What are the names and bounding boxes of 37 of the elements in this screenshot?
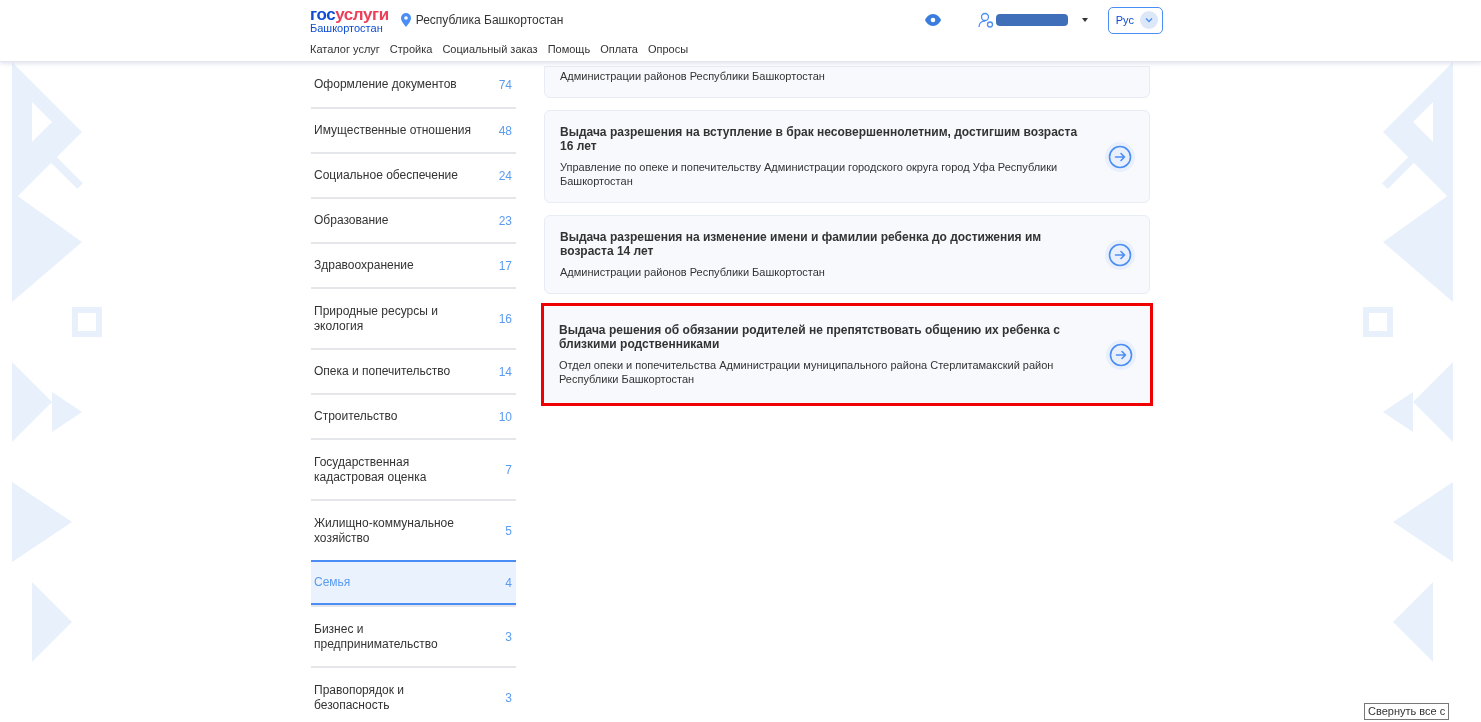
category-item[interactable]: Оформление документов 74 [311, 62, 516, 107]
category-item[interactable]: Опека и попечительство 14 [311, 348, 516, 393]
user-icon[interactable] [977, 12, 994, 28]
service-title: Выдача решения об обязании родителей не препятствовать общению их ребенка с близкими родственниками [559, 323, 1061, 351]
category-item[interactable]: Строительство 10 [311, 393, 516, 438]
nav-link[interactable]: Оплата [600, 41, 638, 58]
category-item[interactable]: Образование 23 [311, 197, 516, 242]
category-item[interactable]: Природные ресурсы и экология 16 [311, 287, 516, 348]
service-title: Выдача разрешения на изменение имени и фамилии ребенка до достижения им возраста 14 лет [560, 230, 1043, 258]
nav-link[interactable]: Помощь [547, 41, 591, 58]
service-card[interactable] [541, 303, 1153, 406]
service-description: Отдел опеки и попечительства Администрации муниципального района Стерлитамакский район Республики Башкортостан [559, 358, 1055, 386]
nav-link[interactable]: Стройка [389, 41, 433, 58]
nav-link[interactable]: Каталог услуг [310, 41, 380, 58]
language-button[interactable]: Рус [1107, 6, 1163, 34]
service-description: Управление по опеке и попечительству Администрации городского округа город Уфа Республики Башкортостан [560, 160, 1059, 188]
nav-link[interactable]: Опросы [647, 41, 689, 58]
chevron-down-icon [1140, 11, 1158, 29]
nav-link[interactable]: Социальный заказ [442, 41, 538, 58]
service-card[interactable]: Выдача разрешения на изменение имени и фамилии ребенка до достижения им возраста 14 лет Администрации районов Республики Башкортостан [544, 215, 1150, 294]
service-card[interactable]: Администрации районов Республики Башкортостан [544, 66, 1150, 98]
service-description: Администрации районов Республики Башкортостан [560, 69, 825, 83]
location-pin-icon [400, 13, 411, 27]
category-item[interactable]: Бизнес и предпринимательство 3 [311, 605, 516, 666]
category-item[interactable]: Здравоохранение 17 [311, 242, 516, 287]
category-item[interactable]: Имущественные отношения 48 [311, 107, 516, 152]
service-description: Администрации районов Республики Башкортостан [560, 265, 826, 279]
category-item[interactable]: Социальное обеспечение 24 [311, 152, 516, 197]
caret-icon[interactable] [1081, 18, 1088, 22]
service-card[interactable]: Выдача разрешения на вступление в брак несовершеннолетним, достигшим возраста 16 лет Управление по опеке и попечительству Администрации городского округа город Уфа Республики Башкортостан [544, 110, 1150, 203]
logo[interactable]: госуслуги Башкортостан [310, 6, 389, 34]
category-item[interactable]: Государственная кадастровая оценка 7 [311, 438, 516, 499]
eye-icon[interactable] [924, 14, 941, 26]
category-item[interactable]: Правопорядок и безопасность 3 [311, 666, 516, 722]
service-title: Выдача разрешения на вступление в брак несовершеннолетним, достигшим возраста 16 лет [560, 125, 1079, 153]
region-link[interactable]: Республика Башкортостан [415, 11, 564, 29]
tooltip: Свернуть все с [1364, 703, 1450, 720]
